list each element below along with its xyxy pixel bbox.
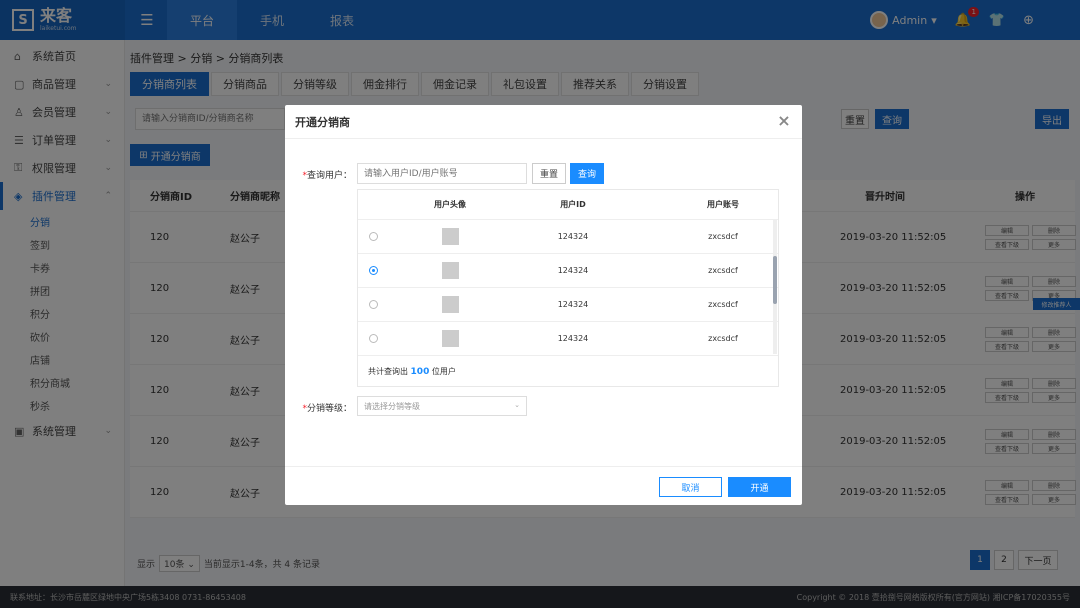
user-total: 共计查询出 100 位用户 <box>368 367 456 377</box>
dialog-reset-button[interactable]: 重置 <box>532 163 566 184</box>
user-row[interactable]: 124324 zxcsdcf <box>358 322 778 356</box>
user-row[interactable]: 124324 zxcsdcf <box>358 254 778 288</box>
user-table-header: 用户头像 用户ID 用户账号 <box>358 190 778 220</box>
level-select[interactable]: 请选择分销等级 ⌄ <box>357 396 527 416</box>
user-avatar <box>441 330 459 347</box>
close-icon[interactable]: × <box>776 113 792 129</box>
user-radio[interactable] <box>369 334 378 343</box>
scroll-thumb[interactable] <box>773 256 777 304</box>
user-table-scrollbar[interactable] <box>773 220 777 354</box>
user-row[interactable]: 124324 zxcsdcf <box>358 288 778 322</box>
user-table: 用户头像 用户ID 用户账号 124324 zxcsdcf 124324 zxc… <box>357 189 779 387</box>
chevron-down-icon: ⌄ <box>514 401 520 409</box>
query-user-label: *查询用户： <box>302 171 352 181</box>
user-search-input[interactable] <box>357 163 527 184</box>
level-label: *分销等级： <box>302 404 352 414</box>
user-avatar <box>441 228 459 245</box>
dialog-footer: 取消 开通 <box>285 466 802 505</box>
confirm-open-button[interactable]: 开通 <box>728 477 791 497</box>
user-avatar <box>441 296 459 313</box>
open-distributor-dialog: 开通分销商 × *查询用户： 重置 查询 用户头像 用户ID 用户账号 1243… <box>285 105 802 505</box>
dialog-query-button[interactable]: 查询 <box>570 163 604 184</box>
user-radio[interactable] <box>369 300 378 309</box>
cancel-button[interactable]: 取消 <box>659 477 722 497</box>
dialog-title: 开通分销商 <box>295 115 350 129</box>
user-row[interactable]: 124324 zxcsdcf <box>358 220 778 254</box>
user-radio-selected[interactable] <box>369 266 378 275</box>
user-radio[interactable] <box>369 232 378 241</box>
user-avatar <box>441 262 459 279</box>
